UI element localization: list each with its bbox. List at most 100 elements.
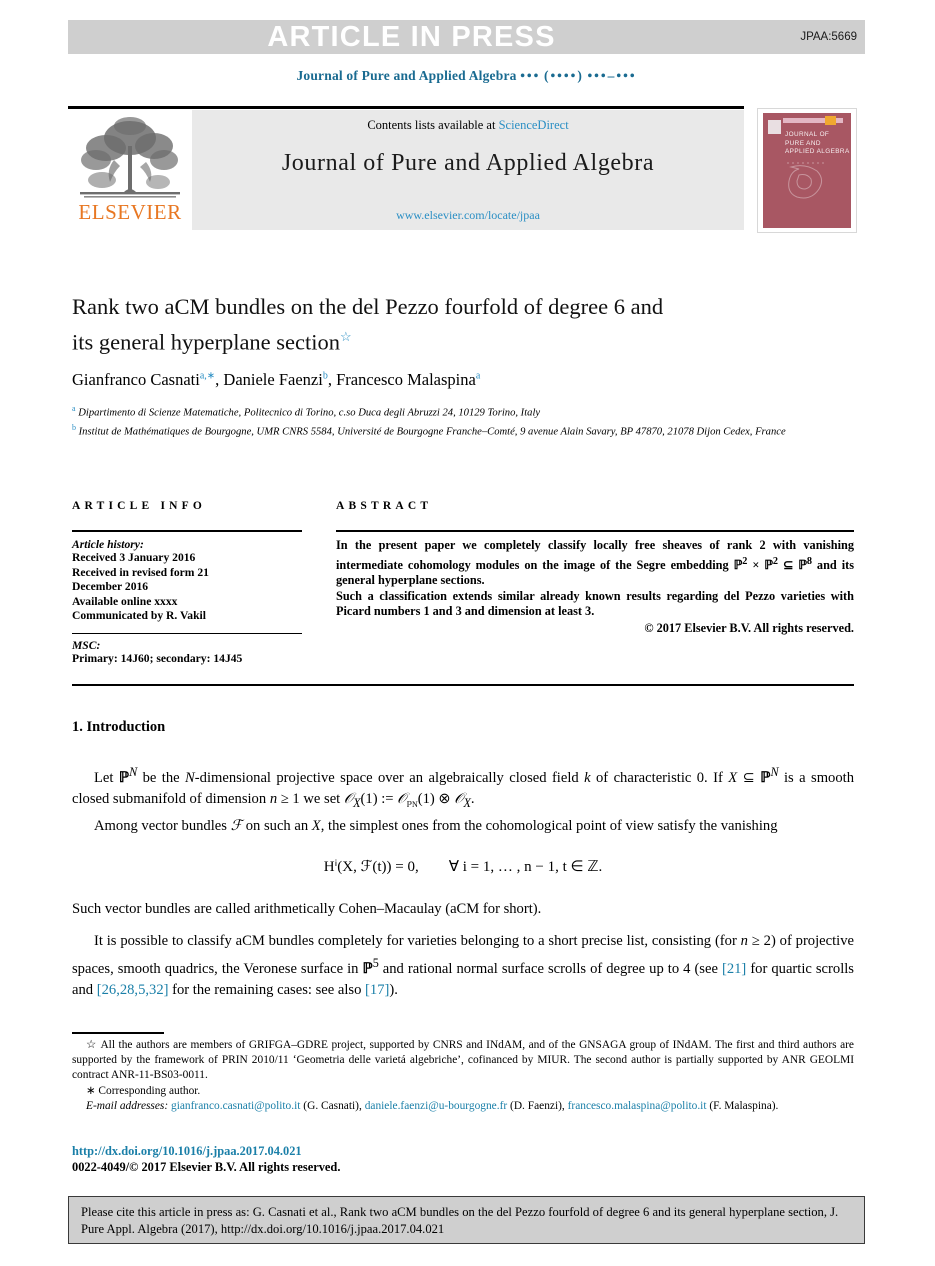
citation-link[interactable]: [26,28,5,32]: [97, 982, 169, 998]
p1-text: (1) :=: [360, 791, 398, 808]
email-link[interactable]: daniele.faenzi@u-bourgogne.fr: [365, 1100, 507, 1112]
author-name[interactable]: Francesco Malaspina: [336, 370, 476, 389]
footnote-star-marker: ☆: [86, 1039, 97, 1051]
p2-text: on such an: [242, 817, 312, 834]
p1-variety-symbol: X: [728, 769, 738, 786]
article-info-heading: ARTICLE INFO: [72, 500, 207, 512]
cover-title-text: JOURNAL OF PURE AND APPLIED ALGEBRA: [785, 131, 850, 157]
paper-page: ARTICLE IN PRESS JPAA:5669 Journal of Pu…: [0, 0, 935, 1266]
p1-dimension-symbol: N: [185, 769, 195, 786]
article-info-divider: [72, 530, 302, 532]
running-head-year: (••••): [543, 68, 584, 83]
p1-projective-space-symbol: ℙ: [118, 769, 130, 786]
p2-variety-symbol: X: [311, 817, 321, 834]
footnote-funding: ☆ All the authors are members of GRIFGA–…: [72, 1038, 854, 1084]
section-heading-introduction: 1. Introduction: [72, 719, 166, 735]
author-name[interactable]: Gianfranco Casnati: [72, 370, 200, 389]
footnote-block: ☆ All the authors are members of GRIFGA–…: [72, 1038, 854, 1114]
p1-text: Let: [94, 769, 119, 786]
footnote-corresponding-author: ∗ Corresponding author.: [72, 1084, 854, 1099]
sciencedirect-link[interactable]: ScienceDirect: [499, 118, 569, 132]
email-owner: (G. Casnati),: [303, 1099, 362, 1112]
cover-title-line-1: JOURNAL OF: [785, 131, 830, 138]
footnote-funding-text: All the authors are members of GRIFGA–GD…: [72, 1039, 854, 1082]
abstract-math-p8: ℙ: [798, 557, 807, 572]
abstract-paragraph: Such a classification extends similar al…: [336, 588, 854, 619]
journal-cover-thumbnail: JOURNAL OF PURE AND APPLIED ALGEBRA: [757, 108, 857, 233]
body-paragraph-1: Let ℙN be the N-dimensional projective s…: [72, 762, 854, 816]
p1-ambient-sheaf: 𝒪: [397, 791, 407, 808]
contents-available-prefix: Contents lists available at: [367, 118, 499, 132]
p4-text: for the remaining cases: see also: [168, 982, 366, 999]
abstract-math-times: ×: [747, 557, 765, 572]
abstract-copyright: © 2017 Elsevier B.V. All rights reserved…: [644, 621, 854, 636]
p4-n-symbol: n: [740, 933, 748, 950]
p1-structure-sheaf: 𝒪: [343, 791, 354, 808]
affiliation-mark: b: [72, 422, 76, 432]
p1-projective-space-exponent: N: [770, 765, 779, 779]
affiliation-item: b Institut de Mathématiques de Bourgogne…: [72, 421, 852, 440]
doi-link[interactable]: http://dx.doi.org/10.1016/j.jpaa.2017.04…: [72, 1144, 302, 1159]
p2-text: , the simplest ones from the cohomologic…: [320, 817, 778, 834]
please-cite-line-1: Please cite this article in press as: G.…: [81, 1205, 686, 1219]
affiliation-text: Institut de Mathématiques de Bourgogne, …: [78, 426, 786, 438]
email-addresses-label: E-mail addresses:: [86, 1099, 169, 1112]
footnote-corresponding-marker: ∗: [86, 1084, 96, 1097]
author-list: Gianfranco Casnatia,∗, Daniele Faenzib, …: [72, 370, 481, 389]
citation-link[interactable]: [17]: [365, 982, 389, 998]
abstract-body: In the present paper we completely class…: [336, 538, 854, 637]
abstract-divider: [336, 530, 854, 532]
abstract-heading: ABSTRACT: [336, 500, 433, 512]
cover-title-line-2: PURE AND: [785, 139, 821, 147]
p4-text: ).: [389, 982, 398, 999]
msc-label: MSC:: [72, 639, 101, 653]
author-name[interactable]: Daniele Faenzi: [223, 370, 322, 389]
email-link[interactable]: gianfranco.casnati@polito.it: [171, 1100, 300, 1112]
abstract-math-p2-b: ℙ: [764, 557, 773, 572]
author-affiliation-marks[interactable]: b: [323, 371, 328, 382]
paper-title-line-2: its general hyperplane section: [72, 329, 341, 355]
article-in-press-label: ARTICLE IN PRESS: [267, 21, 556, 53]
body-paragraph-2: Among vector bundles ℱ on such an X, the…: [72, 816, 854, 838]
citation-link[interactable]: [21]: [722, 961, 746, 977]
article-history-line: Received 3 January 2016: [72, 551, 196, 564]
article-info-column: ARTICLE INFO Article history: Received 3…: [72, 500, 302, 667]
article-history-line: December 2016: [72, 580, 149, 594]
elsevier-logo: ELSEVIER: [72, 112, 188, 230]
paper-title: Rank two aCM bundles on the del Pezzo fo…: [72, 292, 792, 358]
title-footnote-marker[interactable]: ☆: [340, 329, 352, 344]
issn-copyright-line: 0022-4049/© 2017 Elsevier B.V. All right…: [72, 1160, 341, 1174]
cover-decorative-graphic-icon: [787, 162, 827, 199]
please-cite-box: Please cite this article in press as: G.…: [68, 1196, 865, 1244]
body-paragraph-4: It is possible to classify aCM bundles c…: [72, 931, 854, 1001]
email-link[interactable]: francesco.malaspina@polito.it: [568, 1100, 707, 1112]
article-code-label: JPAA:5669: [800, 31, 857, 43]
p2-text: Among vector bundles: [94, 817, 231, 834]
p1-n-symbol: n: [269, 791, 278, 808]
p4-projective-space-symbol: ℙ: [362, 960, 373, 977]
msc-divider: [72, 632, 302, 635]
footnote-emails: E-mail addresses: gianfranco.casnati@pol…: [72, 1099, 854, 1114]
paper-title-line-1: Rank two aCM bundles on the del Pezzo fo…: [72, 294, 664, 319]
running-head-volume: •••: [520, 68, 541, 83]
journal-homepage-link[interactable]: www.elsevier.com/locate/jpaa: [192, 208, 744, 223]
p1-text: ≥ 1 we set: [277, 791, 344, 808]
abstract-column: ABSTRACT In the present paper we complet…: [336, 500, 854, 637]
p1-subset-symbol: ⊆: [737, 769, 761, 786]
author-affiliation-marks[interactable]: a,∗: [200, 371, 215, 382]
cover-accent-square: [825, 116, 836, 125]
p1-ambient-sheaf-subscript: ℙN: [406, 800, 418, 810]
body-paragraph-3: Such vector bundles are called arithmeti…: [72, 900, 542, 917]
abstract-math-subset: ⊆: [778, 557, 799, 572]
footnote-corresponding-text: Corresponding author.: [98, 1084, 201, 1097]
journal-running-head: Journal of Pure and Applied Algebra ••• …: [68, 68, 865, 84]
author-affiliation-marks[interactable]: a: [476, 371, 480, 382]
elsevier-wordmark: ELSEVIER: [78, 200, 182, 224]
running-head-journal: Journal of Pure and Applied Algebra: [296, 68, 517, 83]
p1-text: .: [470, 791, 475, 808]
affiliation-item: a Dipartimento di Scienze Matematiche, P…: [72, 402, 852, 421]
article-in-press-banner: ARTICLE IN PRESS JPAA:5669: [68, 20, 865, 54]
article-history-line: Communicated by R. Vakil: [72, 609, 206, 623]
affiliation-mark: a: [72, 404, 76, 413]
